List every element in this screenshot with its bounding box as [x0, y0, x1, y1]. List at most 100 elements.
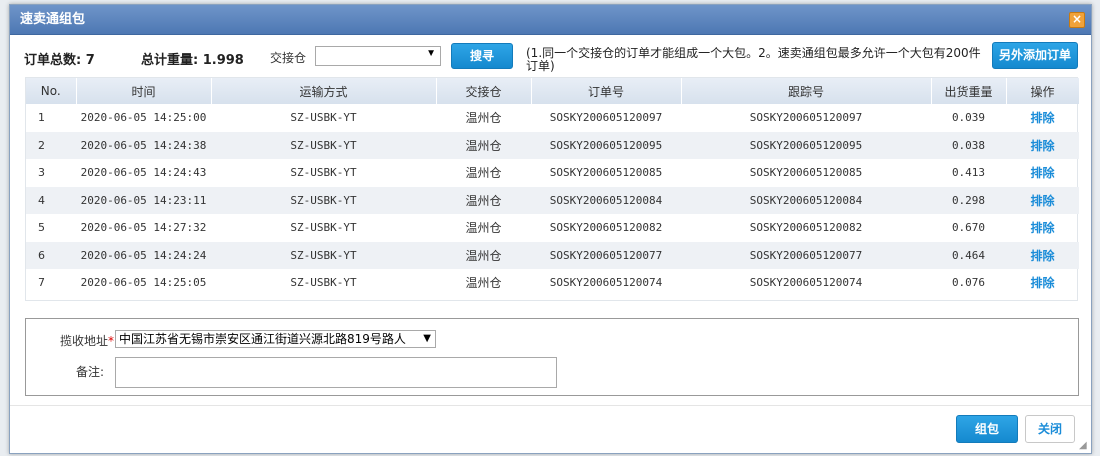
row-no-cell: 7 [38, 276, 45, 290]
col-header-action: 操作 [1006, 78, 1080, 104]
row-method-cell: SZ-USBK-YT [290, 276, 357, 290]
row-method-cell: SZ-USBK-YT [290, 221, 357, 235]
table-header-row: No. 时间 运输方式 交接仓 订单号 跟踪号 出货重量 操作 [26, 78, 1080, 104]
row-time-cell: 2020-06-05 14:27:32 [80, 221, 207, 235]
row-method-cell: SZ-USBK-YT [290, 138, 357, 152]
row-warehouse-cell: 温州仓 [465, 248, 502, 263]
table-row: 6 2020-06-05 14:24:24 SZ-USBK-YT 温州仓 SOSKY20… [26, 241, 1079, 270]
remove-link[interactable]: 排除 [1030, 139, 1054, 153]
total-orders: 订单总数: 7 [24, 53, 95, 68]
remove-link[interactable]: 排除 [1030, 221, 1054, 235]
row-no-cell: 6 [38, 248, 45, 262]
table-row: 3 2020-06-05 14:24:43 SZ-USBK-YT 温州仓 SOSKY20… [26, 159, 1079, 187]
remove-link-cell: 排除 [1006, 132, 1079, 160]
address-label-text: 揽收地址 [60, 334, 109, 348]
grouping-note: (1.同一个交接仓的订单才能组成一个大包。2。速卖通组包最多允许一个大包有200… [526, 47, 981, 73]
col-header-order: 订单号 [531, 78, 682, 104]
orders-table: No. 时间 运输方式 交接仓 订单号 跟踪号 出货重量 操作 1 2020-06… [25, 77, 1080, 301]
dialog-titlebar: 速卖通组包 × [10, 5, 1091, 35]
row-warehouse-cell: 温州仓 [465, 111, 502, 126]
row-weight-cell: 0.464 [951, 248, 986, 262]
row-weight-cell: 0.298 [951, 193, 986, 207]
total-weight: 总计重量: 1.998 [141, 53, 244, 68]
close-button[interactable]: 关闭 [1025, 415, 1075, 443]
row-warehouse-cell: 温州仓 [465, 193, 502, 208]
col-header-no: No. [26, 78, 77, 104]
row-tracking-id-cell: SOSKY200605120097 [749, 111, 863, 125]
row-order-id-cell: SOSKY200605120082 [549, 221, 663, 235]
row-order-id-cell: SOSKY200605120084 [549, 193, 663, 207]
address-select-value: 中国江苏省无锡市崇安区通江街道兴源北路819号路人 [119, 332, 406, 346]
row-order-id-cell: SOSKY200605120077 [549, 248, 663, 262]
pack-button[interactable]: 组包 [956, 415, 1018, 443]
remove-link-cell: 排除 [1006, 214, 1079, 242]
resize-grip-icon[interactable]: ◢ [1079, 441, 1089, 451]
pickup-form: 揽收地址* 中国江苏省无锡市崇安区通江街道兴源北路819号路人 ▼ 备注: [25, 318, 1079, 396]
table-row: 2 2020-06-05 14:24:38 SZ-USBK-YT 温州仓 SOSKY20… [26, 131, 1079, 160]
remove-link[interactable]: 排除 [1030, 166, 1054, 180]
required-mark: * [108, 334, 115, 348]
address-label: 揽收地址* [60, 332, 114, 349]
row-warehouse-cell: 温州仓 [465, 276, 502, 291]
col-header-time: 时间 [76, 78, 212, 104]
row-warehouse-cell: 温州仓 [465, 166, 502, 181]
row-tracking-id-cell: SOSKY200605120085 [749, 166, 863, 180]
row-tracking-id-cell: SOSKY200605120082 [749, 221, 863, 235]
table-row: 1 2020-06-05 14:25:00 SZ-USBK-YT 温州仓 SOSKY20… [26, 104, 1079, 132]
row-order-id-cell: SOSKY200605120095 [549, 138, 663, 152]
warehouse-select[interactable]: ▼ [315, 46, 441, 66]
remark-label: 备注: [76, 365, 105, 379]
table-row: 5 2020-06-05 14:27:32 SZ-USBK-YT 温州仓 SOSKY20… [26, 214, 1079, 242]
col-header-weight: 出货重量 [931, 78, 1007, 104]
row-no-cell: 2 [38, 138, 45, 152]
remove-link[interactable]: 排除 [1030, 249, 1054, 263]
add-order-button[interactable]: 另外添加订单 [992, 42, 1078, 69]
row-method-cell: SZ-USBK-YT [290, 248, 357, 262]
remark-textarea[interactable] [115, 357, 557, 388]
row-time-cell: 2020-06-05 14:24:38 [80, 138, 207, 152]
remove-link-cell: 排除 [1006, 269, 1079, 297]
row-tracking-id-cell: SOSKY200605120077 [749, 248, 863, 262]
row-no-cell: 3 [38, 166, 45, 180]
col-header-method: 运输方式 [211, 78, 437, 104]
search-button[interactable]: 搜寻 [451, 43, 513, 69]
row-order-id-cell: SOSKY200605120074 [549, 276, 663, 290]
row-order-id-cell: SOSKY200605120097 [549, 111, 663, 125]
dropdown-arrow-icon: ▼ [426, 48, 436, 59]
row-warehouse-cell: 温州仓 [465, 138, 502, 153]
row-method-cell: SZ-USBK-YT [290, 166, 357, 180]
row-weight-cell: 0.670 [951, 221, 986, 235]
remove-link-cell: 排除 [1006, 242, 1079, 270]
dialog-title: 速卖通组包 [20, 12, 86, 27]
row-warehouse-cell: 温州仓 [465, 221, 502, 236]
row-time-cell: 2020-06-05 14:24:24 [80, 248, 207, 262]
row-weight-cell: 0.038 [951, 138, 986, 152]
address-select[interactable]: 中国江苏省无锡市崇安区通江街道兴源北路819号路人 ▼ [115, 330, 436, 348]
col-header-tracking: 跟踪号 [681, 78, 932, 104]
row-weight-cell: 0.039 [951, 111, 986, 125]
close-icon[interactable]: × [1069, 12, 1085, 28]
remove-link[interactable]: 排除 [1030, 194, 1054, 208]
row-no-cell: 5 [38, 221, 45, 235]
table-row: 4 2020-06-05 14:23:11 SZ-USBK-YT 温州仓 SOSKY20… [26, 186, 1079, 215]
remove-link-cell: 排除 [1006, 104, 1079, 132]
row-tracking-id-cell: SOSKY200605120084 [749, 193, 863, 207]
dropdown-arrow-icon: ▼ [423, 333, 431, 344]
footer-divider [10, 405, 1091, 406]
row-method-cell: SZ-USBK-YT [290, 193, 357, 207]
row-weight-cell: 0.076 [951, 276, 986, 290]
row-weight-cell: 0.413 [951, 166, 986, 180]
remove-link[interactable]: 排除 [1030, 111, 1054, 125]
row-order-id-cell: SOSKY200605120085 [549, 166, 663, 180]
pack-dialog: 速卖通组包 × 订单总数: 7 总计重量: 1.998 交接仓 ▼ 搜寻 (1.… [9, 4, 1092, 454]
row-time-cell: 2020-06-05 14:24:43 [80, 166, 207, 180]
remove-link-cell: 排除 [1006, 159, 1079, 187]
row-method-cell: SZ-USBK-YT [290, 111, 357, 125]
row-no-cell: 1 [38, 111, 45, 125]
col-header-warehouse: 交接仓 [436, 78, 532, 104]
toolbar: 订单总数: 7 总计重量: 1.998 交接仓 ▼ 搜寻 (1.同一个交接仓的订… [10, 39, 1091, 75]
row-tracking-id-cell: SOSKY200605120095 [749, 138, 863, 152]
remove-link[interactable]: 排除 [1030, 276, 1054, 290]
table-row: 7 2020-06-05 14:25:05 SZ-USBK-YT 温州仓 SOSKY20… [26, 269, 1079, 297]
remove-link-cell: 排除 [1006, 187, 1079, 215]
